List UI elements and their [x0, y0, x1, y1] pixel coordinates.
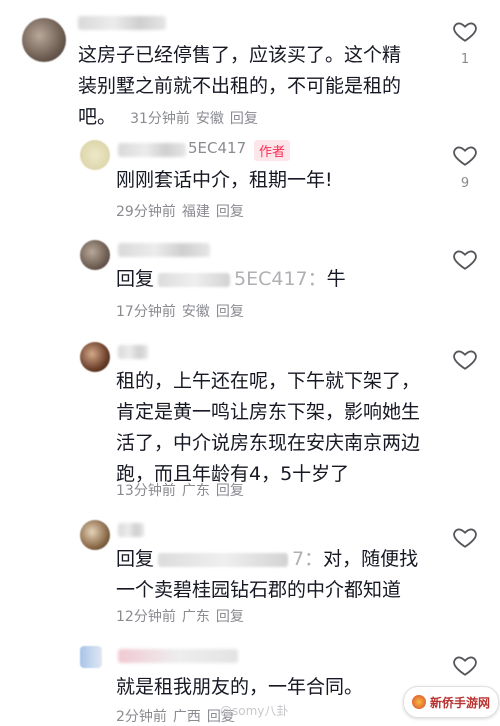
comment-meta: 2分钟前 广西 回复	[116, 709, 235, 725]
comment-meta: 13分钟前 广东 回复	[116, 483, 244, 499]
reply-target-blurred[interactable]	[158, 552, 289, 567]
like-button[interactable]	[452, 524, 478, 550]
comment-text: 回复 7：对，随便找 一个卖碧桂园钻石郡的中介都知道	[116, 548, 419, 601]
username-suffix[interactable]: 5EC417	[188, 139, 246, 157]
username-blurred[interactable]	[118, 143, 186, 157]
like-button[interactable]	[452, 346, 478, 372]
comment-meta: 17分钟前 安徽 回复	[116, 304, 244, 320]
reply-target-suffix[interactable]: 7：	[292, 548, 323, 570]
like-button[interactable]	[452, 652, 478, 678]
avatar[interactable]	[80, 342, 110, 372]
site-logo-icon	[411, 695, 426, 709]
username-blurred[interactable]	[118, 243, 210, 257]
heart-icon	[453, 250, 477, 270]
comment-text: 回复 5EC417：牛	[116, 268, 346, 290]
reply-button[interactable]: 回复	[216, 204, 244, 220]
username-blurred[interactable]	[118, 649, 238, 663]
comment-text: 租的，上午还在呢，下午就下架了， 肯定是黄一鸣让房东下架，影响她生 活了，中介说…	[116, 370, 421, 485]
username-blurred[interactable]	[78, 16, 166, 30]
author-badge: 作者	[254, 140, 291, 161]
heart-icon	[453, 656, 477, 676]
reply-button[interactable]: 回复	[216, 609, 244, 625]
like-button[interactable]	[452, 246, 478, 272]
comment-meta: 31分钟前 安徽 回复	[130, 111, 258, 127]
heart-icon	[453, 146, 477, 166]
like-count: 1	[460, 52, 470, 67]
avatar[interactable]	[22, 18, 66, 62]
heart-icon	[453, 350, 477, 370]
heart-icon	[453, 528, 477, 548]
comment-meta: 12分钟前 广东 回复	[116, 609, 244, 625]
reply-target-suffix[interactable]: 5EC417：	[234, 268, 327, 290]
heart-icon	[453, 22, 477, 42]
like-count: 9	[460, 176, 470, 191]
avatar[interactable]	[80, 240, 110, 270]
like-button[interactable]: 1	[452, 18, 478, 67]
site-badge-label: 新侨手游网	[429, 695, 490, 710]
reply-button[interactable]: 回复	[230, 111, 258, 127]
reply-button[interactable]: 回复	[216, 304, 244, 320]
site-logo-badge: 新侨手游网	[403, 686, 499, 718]
reply-target-blurred[interactable]	[158, 272, 231, 287]
like-button[interactable]: 9	[452, 142, 478, 191]
comment-text: 这房子已经停售了，应该买了。这个精 装别墅之前就不出租的，不可能是租的 吧。 3…	[78, 44, 402, 128]
username-blurred[interactable]	[118, 523, 144, 537]
comment-text: 刚刚套话中介，租期一年!	[116, 169, 333, 191]
comment-meta: 29分钟前 福建 回复	[116, 204, 244, 220]
comment-text: 就是租我朋友的，一年合同。	[116, 676, 364, 698]
avatar[interactable]	[80, 646, 102, 668]
avatar[interactable]	[80, 520, 110, 550]
username-blurred[interactable]	[118, 345, 148, 359]
avatar[interactable]	[80, 140, 110, 170]
reply-button[interactable]: 回复	[216, 483, 244, 499]
watermark: @somy八卦	[220, 704, 289, 718]
